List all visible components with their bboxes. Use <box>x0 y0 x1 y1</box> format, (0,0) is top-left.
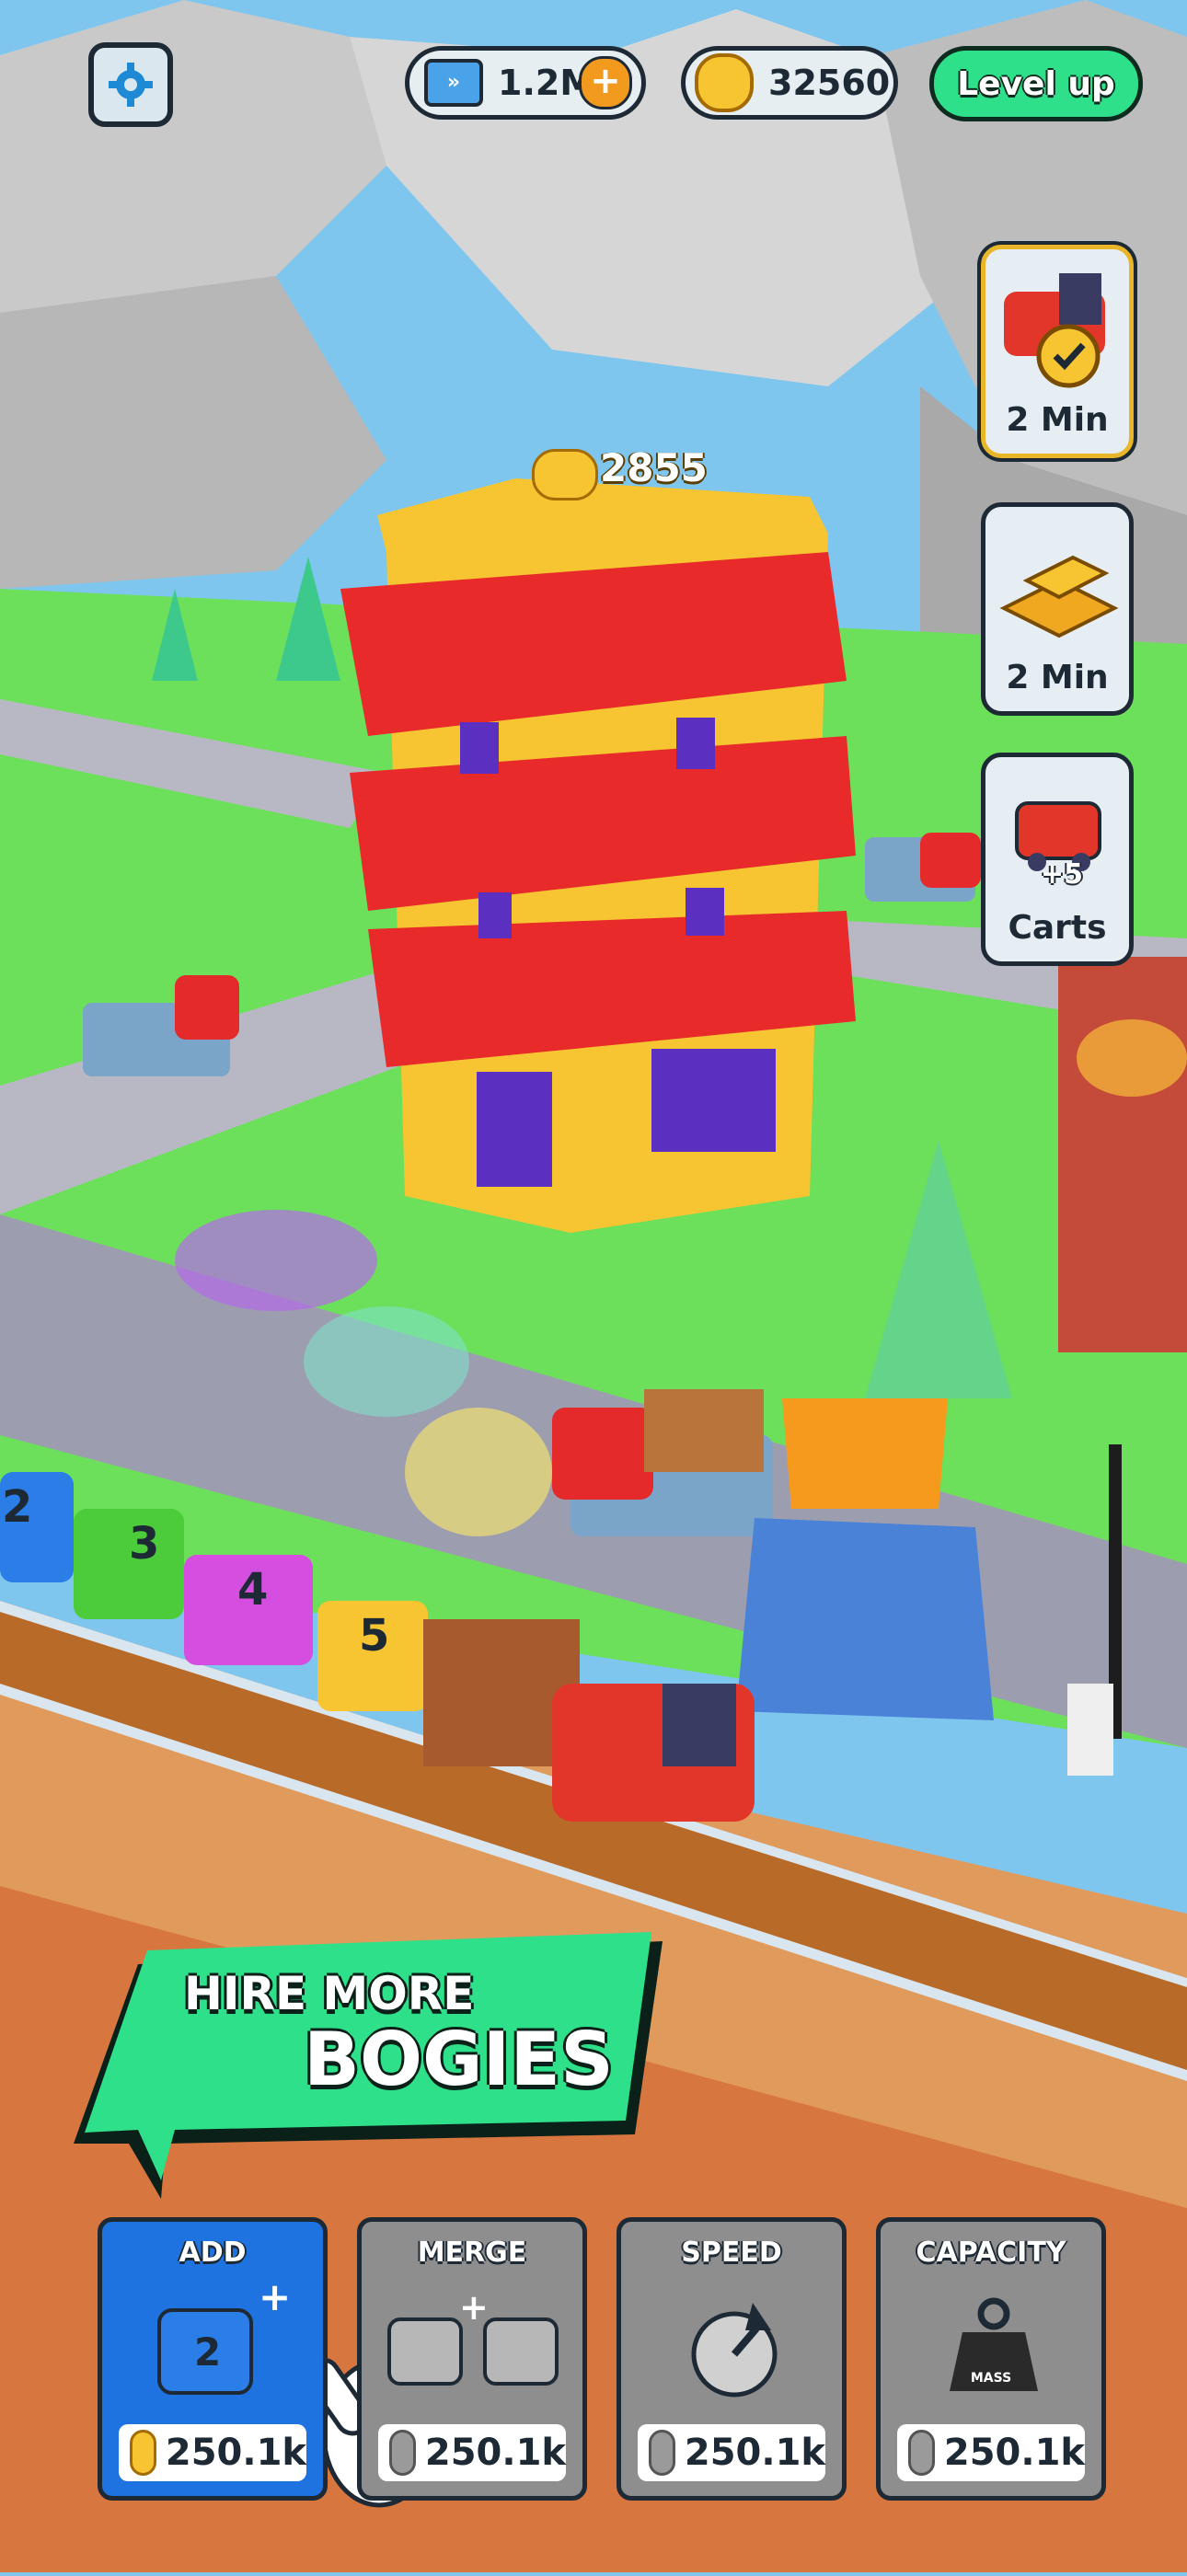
carts-label: Carts <box>1008 909 1107 947</box>
upgrade-capacity-card[interactable]: CAPACITY MASS 250.1k <box>876 2217 1106 2501</box>
upgrade-speed-card[interactable]: SPEED 250.1k <box>617 2217 847 2501</box>
price-value: 250.1k <box>165 2432 306 2474</box>
add-tickets-button[interactable]: + <box>579 56 632 109</box>
coins-value: 32560 <box>768 63 891 103</box>
train-speed-boost-icon <box>1004 273 1105 388</box>
upgrade-price: 250.1k <box>897 2424 1085 2481</box>
coin-icon <box>389 2430 416 2476</box>
gold-boost-label: 2 Min <box>1006 659 1109 696</box>
weight-icon <box>950 2297 1038 2391</box>
gold-bars-icon <box>999 555 1119 638</box>
svg-text:+: + <box>259 2283 291 2319</box>
train-boost-label: 2 Min <box>1006 401 1109 439</box>
carts-card[interactable]: +5 Carts <box>981 753 1134 966</box>
upgrade-add-card[interactable]: ADD 2 + 250.1k <box>98 2217 328 2501</box>
tower-coin-reward: 2855 <box>600 445 708 490</box>
svg-text:2: 2 <box>194 2329 221 2375</box>
coin-icon <box>908 2430 935 2476</box>
add-bogie-icon: 2 + <box>157 2283 291 2395</box>
bogie-number: 2 <box>2 1481 33 1533</box>
speedometer-icon <box>691 2303 778 2398</box>
upgrade-price: 250.1k <box>378 2424 566 2481</box>
tower-coin-icon <box>532 449 598 500</box>
merge-bogies-icon: + <box>387 2287 559 2386</box>
banner-line-1: HIRE MORE <box>184 1967 475 2020</box>
coin-icon <box>695 53 754 112</box>
train-boost-card[interactable]: 2 Min <box>981 245 1134 458</box>
settings-button[interactable] <box>88 42 173 127</box>
banner-line-2: BOGIES <box>304 2017 614 2102</box>
price-value: 250.1k <box>424 2432 566 2474</box>
upgrade-price: 250.1k <box>638 2424 825 2481</box>
weight-label: MASS <box>970 2371 1012 2386</box>
carts-badge: +5 <box>1041 858 1084 891</box>
ticket-icon: » <box>424 59 483 107</box>
upgrade-title: ADD <box>179 2237 247 2269</box>
price-value: 250.1k <box>943 2432 1085 2474</box>
tickets-counter: » 1.2M + <box>405 46 646 120</box>
svg-text:+: + <box>459 2287 489 2328</box>
upgrade-title: CAPACITY <box>916 2237 1066 2269</box>
upgrade-title: MERGE <box>417 2237 527 2269</box>
tower-building <box>340 478 856 1233</box>
level-up-button[interactable]: Level up <box>929 46 1143 121</box>
bogie-number: 5 <box>359 1610 390 1662</box>
bogie-number: 3 <box>129 1518 160 1570</box>
upgrade-title: SPEED <box>681 2237 782 2269</box>
price-value: 250.1k <box>684 2432 825 2474</box>
gear-icon <box>109 63 153 107</box>
coin-icon <box>130 2430 156 2476</box>
gold-boost-card[interactable]: 2 Min <box>981 502 1134 716</box>
upgrade-price: 250.1k <box>119 2424 306 2481</box>
upgrade-merge-card[interactable]: MERGE + 250.1k <box>357 2217 587 2501</box>
coins-counter: 32560 <box>681 46 898 120</box>
bogie-number: 4 <box>237 1564 269 1616</box>
coin-icon <box>649 2430 675 2476</box>
